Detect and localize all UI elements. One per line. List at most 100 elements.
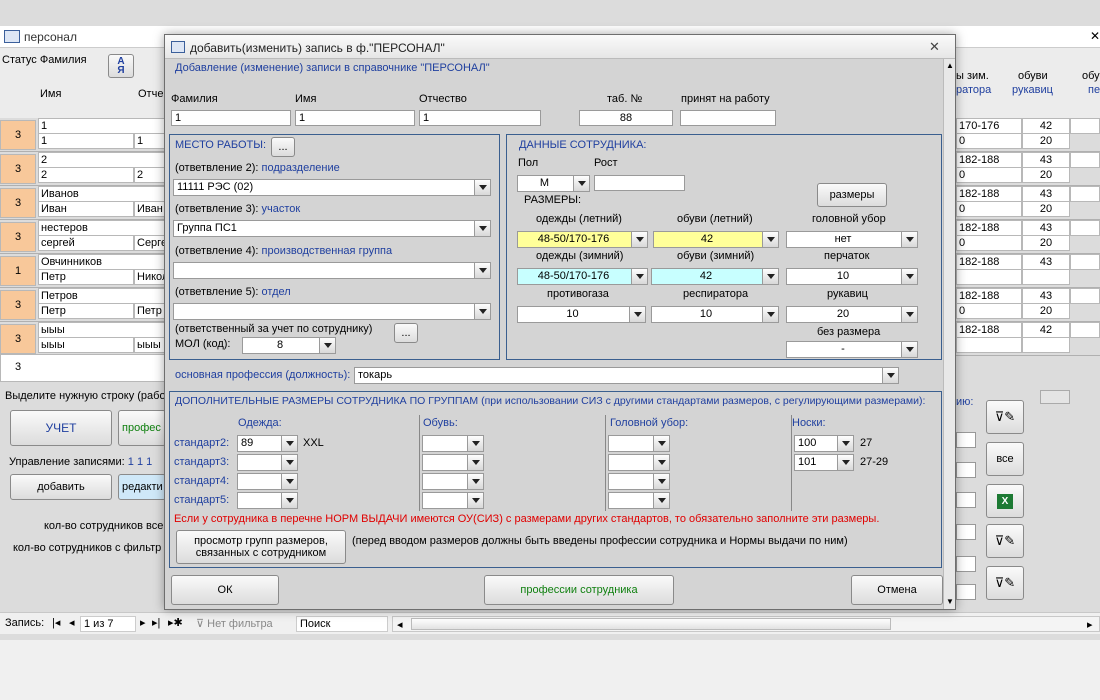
row-size[interactable]: 170-176 bbox=[956, 118, 1022, 134]
shoes-winter-select[interactable]: 42 bbox=[651, 268, 779, 285]
hat-std2-select[interactable] bbox=[608, 435, 670, 452]
row-size2[interactable]: 0 bbox=[956, 167, 1022, 183]
shoes-std5-select[interactable] bbox=[422, 492, 484, 509]
filter-button-1[interactable]: ⊽✎ bbox=[986, 400, 1024, 434]
row-status[interactable]: 3 bbox=[0, 290, 36, 320]
row-size[interactable]: 182-188 bbox=[956, 254, 1022, 270]
hat-std4-select[interactable] bbox=[608, 473, 670, 490]
socks-std3-select[interactable]: 101 bbox=[794, 454, 854, 471]
sex-select[interactable]: М bbox=[517, 175, 590, 192]
row-extra[interactable] bbox=[1070, 152, 1100, 168]
row-name[interactable]: Петр bbox=[38, 269, 134, 285]
row-gloves[interactable]: 20 bbox=[1022, 303, 1070, 319]
shoes-std4-select[interactable] bbox=[422, 473, 484, 490]
row-shoes[interactable]: 42 bbox=[1022, 118, 1070, 134]
row-surname[interactable]: ыыы bbox=[38, 322, 166, 338]
surname-input[interactable]: 1 bbox=[171, 110, 291, 126]
excel-button[interactable]: X bbox=[986, 484, 1024, 518]
all-button[interactable]: все bbox=[986, 442, 1024, 476]
row-status[interactable]: 1 bbox=[0, 256, 36, 286]
row-gloves[interactable]: 20 bbox=[1022, 133, 1070, 149]
row-shoes[interactable]: 43 bbox=[1022, 288, 1070, 304]
horizontal-scrollbar[interactable]: ◂ ▸ bbox=[392, 616, 1100, 632]
row-name[interactable]: ыыы bbox=[38, 337, 134, 353]
row-status[interactable]: 3 bbox=[0, 324, 36, 354]
row-size2[interactable]: 0 bbox=[956, 303, 1022, 319]
nav-last-icon[interactable]: ▸| bbox=[152, 616, 160, 629]
row-patronymic[interactable]: Петр bbox=[134, 303, 166, 319]
row-patronymic[interactable]: 1 bbox=[134, 133, 166, 149]
row-extra[interactable] bbox=[1070, 186, 1100, 202]
row-surname[interactable]: 2 bbox=[38, 152, 166, 168]
work-more-button[interactable]: ... bbox=[271, 137, 295, 157]
row-gloves[interactable]: 20 bbox=[1022, 235, 1070, 251]
hat-select[interactable]: нет bbox=[786, 231, 918, 248]
row-extra[interactable] bbox=[1070, 254, 1100, 270]
row-surname[interactable]: 1 bbox=[38, 118, 166, 134]
row-gloves[interactable]: 20 bbox=[1022, 201, 1070, 217]
row-gloves[interactable]: 20 bbox=[1022, 167, 1070, 183]
scroll-left-icon[interactable]: ◂ bbox=[397, 618, 403, 631]
row-name[interactable]: Петр bbox=[38, 303, 134, 319]
socks-std2-select[interactable]: 100 bbox=[794, 435, 854, 452]
branch4-select[interactable] bbox=[173, 262, 491, 279]
row-surname[interactable]: Овчинников bbox=[38, 254, 166, 270]
tab-number-input[interactable]: 88 bbox=[579, 110, 673, 126]
sort-button[interactable]: AЯ bbox=[108, 54, 134, 78]
right-combo-4[interactable] bbox=[956, 524, 976, 540]
hat-std3-select[interactable] bbox=[608, 454, 670, 471]
edit-record-button[interactable]: редакти bbox=[118, 474, 166, 500]
row-shoes[interactable]: 43 bbox=[1022, 220, 1070, 236]
row-gloves[interactable] bbox=[1022, 269, 1070, 285]
row-patronymic[interactable]: 2 bbox=[134, 167, 166, 183]
add-record-button[interactable]: добавить bbox=[10, 474, 112, 500]
new-record-row[interactable]: 3 bbox=[0, 354, 170, 382]
row-size2[interactable] bbox=[956, 337, 1022, 353]
nav-prev-icon[interactable]: ◂ bbox=[69, 616, 75, 629]
row-status[interactable]: 3 bbox=[0, 154, 36, 184]
patronymic-input[interactable]: 1 bbox=[419, 110, 541, 126]
row-size[interactable]: 182-188 bbox=[956, 186, 1022, 202]
nav-new-icon[interactable]: ▸✱ bbox=[168, 616, 183, 629]
filter-button-3[interactable]: ⊽✎ bbox=[986, 566, 1024, 600]
right-combo-3[interactable] bbox=[956, 492, 976, 508]
row-size[interactable]: 182-188 bbox=[956, 220, 1022, 236]
cloth-std2-select[interactable]: 89 bbox=[237, 435, 298, 452]
row-size2[interactable]: 0 bbox=[956, 201, 1022, 217]
sizes-button[interactable]: размеры bbox=[817, 183, 887, 207]
row-size2[interactable] bbox=[956, 269, 1022, 285]
name-input[interactable]: 1 bbox=[295, 110, 415, 126]
scroll-up-icon[interactable]: ▲ bbox=[946, 61, 954, 70]
row-extra[interactable] bbox=[1070, 220, 1100, 236]
branch2-select[interactable]: 11111 РЭС (02) bbox=[173, 179, 491, 196]
bg-close-icon[interactable]: ✕ bbox=[1090, 29, 1100, 43]
row-patronymic[interactable]: Серге bbox=[134, 235, 166, 251]
gloves-select[interactable]: 10 bbox=[786, 268, 918, 285]
cloth-std4-select[interactable] bbox=[237, 473, 298, 490]
row-shoes[interactable]: 43 bbox=[1022, 254, 1070, 270]
professions-button[interactable]: профессии сотрудника bbox=[484, 575, 674, 605]
row-shoes[interactable]: 43 bbox=[1022, 186, 1070, 202]
respirator-select[interactable]: 10 bbox=[651, 306, 779, 323]
row-patronymic[interactable]: ыыы bbox=[134, 337, 166, 353]
row-surname[interactable]: Иванов bbox=[38, 186, 166, 202]
right-combo-5[interactable] bbox=[956, 556, 976, 572]
row-shoes[interactable]: 42 bbox=[1022, 322, 1070, 338]
row-surname[interactable]: нестеров bbox=[38, 220, 166, 236]
row-status[interactable]: 3 bbox=[0, 188, 36, 218]
cancel-button[interactable]: Отмена bbox=[851, 575, 943, 605]
shoes-summer-select[interactable]: 42 bbox=[653, 231, 779, 248]
profes-button[interactable]: профес bbox=[118, 410, 166, 446]
height-input[interactable] bbox=[594, 175, 685, 191]
filter-button-2[interactable]: ⊽✎ bbox=[986, 524, 1024, 558]
scroll-thumb[interactable] bbox=[411, 618, 891, 630]
nav-next-icon[interactable]: ▸ bbox=[140, 616, 146, 629]
row-extra[interactable] bbox=[1070, 288, 1100, 304]
nav-filter[interactable]: ⊽ Нет фильтра bbox=[196, 617, 273, 630]
responsible-more-button[interactable]: ... bbox=[394, 323, 418, 343]
shoes-std3-select[interactable] bbox=[422, 454, 484, 471]
cloth-summer-select[interactable]: 48-50/170-176 bbox=[517, 231, 648, 248]
row-name[interactable]: сергей bbox=[38, 235, 134, 251]
hat-std5-select[interactable] bbox=[608, 492, 670, 509]
row-extra[interactable] bbox=[1070, 322, 1100, 338]
